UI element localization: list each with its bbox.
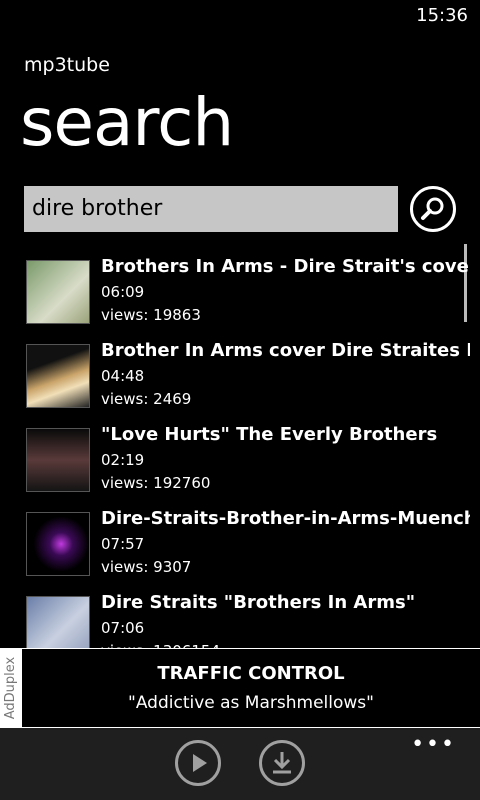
item-title: Dire Straits "Brothers In Arms" (101, 592, 416, 613)
thumbnail (26, 260, 90, 324)
list-item[interactable]: Dire Straits "Brothers In Arms" 07:06 vi… (0, 592, 470, 650)
ad-title: TRAFFIC CONTROL (157, 663, 345, 684)
clock: 15:36 (416, 5, 468, 26)
item-views: views: 9307 (101, 558, 192, 576)
app-name: mp3tube (24, 54, 110, 76)
list-item[interactable]: Dire-Straits-Brother-in-Arms-Muenche 07:… (0, 508, 470, 594)
list-item[interactable]: Brothers In Arms - Dire Strait's cover b… (0, 258, 470, 342)
item-duration: 04:48 (101, 367, 145, 385)
item-views: views: 19863 (101, 306, 201, 324)
list-item[interactable]: "Love Hurts" The Everly Brothers 02:19 v… (0, 424, 470, 510)
page-title: search (20, 84, 234, 161)
item-duration: 02:19 (101, 451, 145, 469)
ad-label: AdDuplex (3, 656, 18, 720)
item-title: "Love Hurts" The Everly Brothers (101, 424, 438, 445)
item-title: Brothers In Arms - Dire Strait's cover b… (101, 258, 470, 277)
search-button[interactable] (410, 186, 456, 232)
ad-label-tab: AdDuplex (0, 649, 22, 727)
thumbnail (26, 512, 90, 576)
item-views: views: 2469 (101, 390, 192, 408)
results-list: Brothers In Arms - Dire Strait's cover b… (0, 258, 470, 650)
download-button[interactable] (259, 740, 305, 786)
ad-banner[interactable]: AdDuplex TRAFFIC CONTROL "Addictive as M… (0, 648, 480, 728)
item-title: Brother In Arms cover Dire Straites Ma (101, 340, 470, 361)
play-button[interactable] (175, 740, 221, 786)
play-icon (193, 754, 207, 772)
status-bar: 15:36 (0, 0, 480, 32)
item-duration: 07:06 (101, 619, 145, 637)
item-title: Dire-Straits-Brother-in-Arms-Muenche (101, 508, 470, 529)
app-bar: ••• (0, 728, 480, 800)
search-input[interactable]: dire brother (24, 186, 398, 232)
thumbnail (26, 344, 90, 408)
ad-subtitle: "Addictive as Marshmellows" (128, 693, 374, 713)
download-icon (273, 752, 291, 774)
item-views: views: 192760 (101, 474, 211, 492)
item-duration: 06:09 (101, 283, 145, 301)
item-duration: 07:57 (101, 535, 145, 553)
thumbnail (26, 596, 90, 650)
thumbnail (26, 428, 90, 492)
list-item[interactable]: Brother In Arms cover Dire Straites Ma 0… (0, 340, 470, 426)
search-icon (421, 197, 444, 220)
more-options-icon[interactable]: ••• (411, 732, 456, 757)
